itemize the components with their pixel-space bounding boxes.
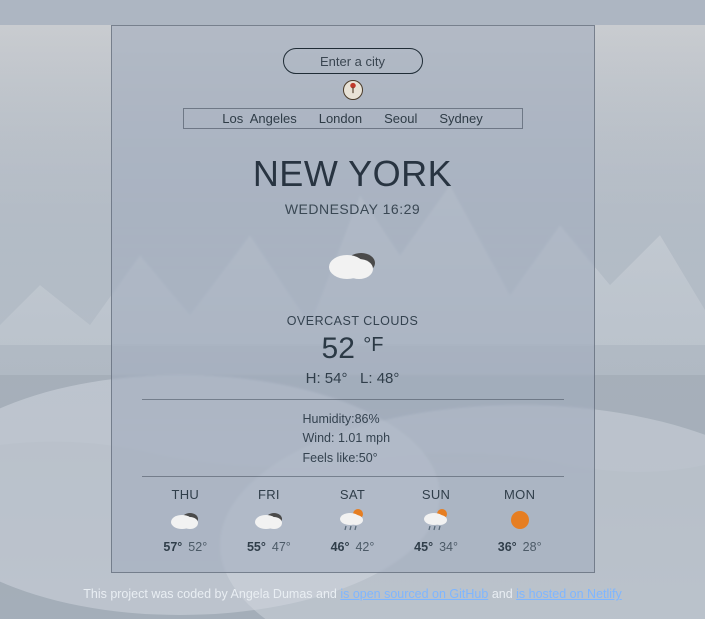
- quick-city-sydney[interactable]: Sydney: [439, 111, 482, 126]
- quick-city-seoul[interactable]: Seoul: [384, 111, 417, 126]
- temp-unit[interactable]: °F: [363, 334, 383, 356]
- high-label: H:: [306, 370, 321, 387]
- rain-sun-icon: [311, 508, 395, 532]
- forecast-high: 36°: [498, 540, 517, 554]
- forecast-day: SUN 45° 34°: [394, 487, 478, 554]
- current-weather-icon: [142, 243, 564, 288]
- forecast-low: 28°: [523, 540, 542, 554]
- geolocate-button[interactable]: [343, 80, 363, 100]
- forecast-low: 34°: [439, 540, 458, 554]
- wind-value: 1.01 mph: [338, 431, 390, 445]
- divider: [142, 476, 564, 477]
- low-value: 48°: [377, 370, 400, 387]
- cloudy-icon: [325, 243, 381, 288]
- forecast-high: 45°: [414, 540, 433, 554]
- pin-icon: [348, 81, 358, 99]
- high-value: 54°: [325, 370, 348, 387]
- city-name: NEW YORK: [142, 153, 564, 195]
- footer-text: and: [488, 587, 516, 601]
- sun-icon: [478, 508, 562, 532]
- forecast-day-label: MON: [478, 487, 562, 502]
- wind-label: Wind:: [303, 431, 335, 445]
- forecast-high: 46°: [331, 540, 350, 554]
- divider: [142, 399, 564, 400]
- low-label: L:: [360, 370, 373, 387]
- quick-cities-bar: Los Angeles London Seoul Sydney: [183, 108, 523, 129]
- forecast-day: FRI 55° 47°: [227, 487, 311, 554]
- date-time: WEDNESDAY 16:29: [142, 201, 564, 217]
- forecast-low: 42°: [355, 540, 374, 554]
- feels-like-value: 50°: [359, 451, 378, 465]
- high-low: H: 54° L: 48°: [142, 370, 564, 387]
- city-search-input[interactable]: [283, 48, 423, 74]
- quick-city-london[interactable]: London: [319, 111, 362, 126]
- forecast-low: 47°: [272, 540, 291, 554]
- forecast-high: 57°: [163, 540, 182, 554]
- forecast-day: THU 57° 52°: [144, 487, 228, 554]
- temp-value: 52: [322, 332, 355, 365]
- quick-city-los-angeles[interactable]: Los Angeles: [222, 111, 296, 126]
- footer-text: This project was coded by Angela Dumas a…: [83, 587, 340, 601]
- humidity-label: Humidity:: [303, 412, 355, 426]
- forecast-row: THU 57° 52° FRI 55° 47° SAT 46° 42° SUN 45°…: [142, 487, 564, 554]
- feels-like-label: Feels like:: [303, 451, 359, 465]
- forecast-low: 52°: [188, 540, 207, 554]
- forecast-day-label: THU: [144, 487, 228, 502]
- humidity-value: 86%: [355, 412, 380, 426]
- cloudy-icon: [144, 508, 228, 532]
- netlify-link[interactable]: is hosted on Netlify: [516, 587, 622, 601]
- forecast-day-label: FRI: [227, 487, 311, 502]
- forecast-day: MON 36° 28°: [478, 487, 562, 554]
- cloudy-icon: [227, 508, 311, 532]
- rain-sun-icon: [394, 508, 478, 532]
- github-link[interactable]: is open sourced on GitHub: [340, 587, 488, 601]
- current-temperature: 52 °F: [142, 332, 564, 366]
- forecast-high: 55°: [247, 540, 266, 554]
- footer-credit: This project was coded by Angela Dumas a…: [0, 587, 705, 601]
- forecast-day: SAT 46° 42°: [311, 487, 395, 554]
- weather-description: OVERCAST CLOUDS: [142, 314, 564, 328]
- forecast-day-label: SAT: [311, 487, 395, 502]
- weather-details: Humidity:86% Wind: 1.01 mph Feels like:5…: [243, 410, 463, 468]
- weather-card: Los Angeles London Seoul Sydney NEW YORK…: [111, 25, 595, 573]
- forecast-day-label: SUN: [394, 487, 478, 502]
